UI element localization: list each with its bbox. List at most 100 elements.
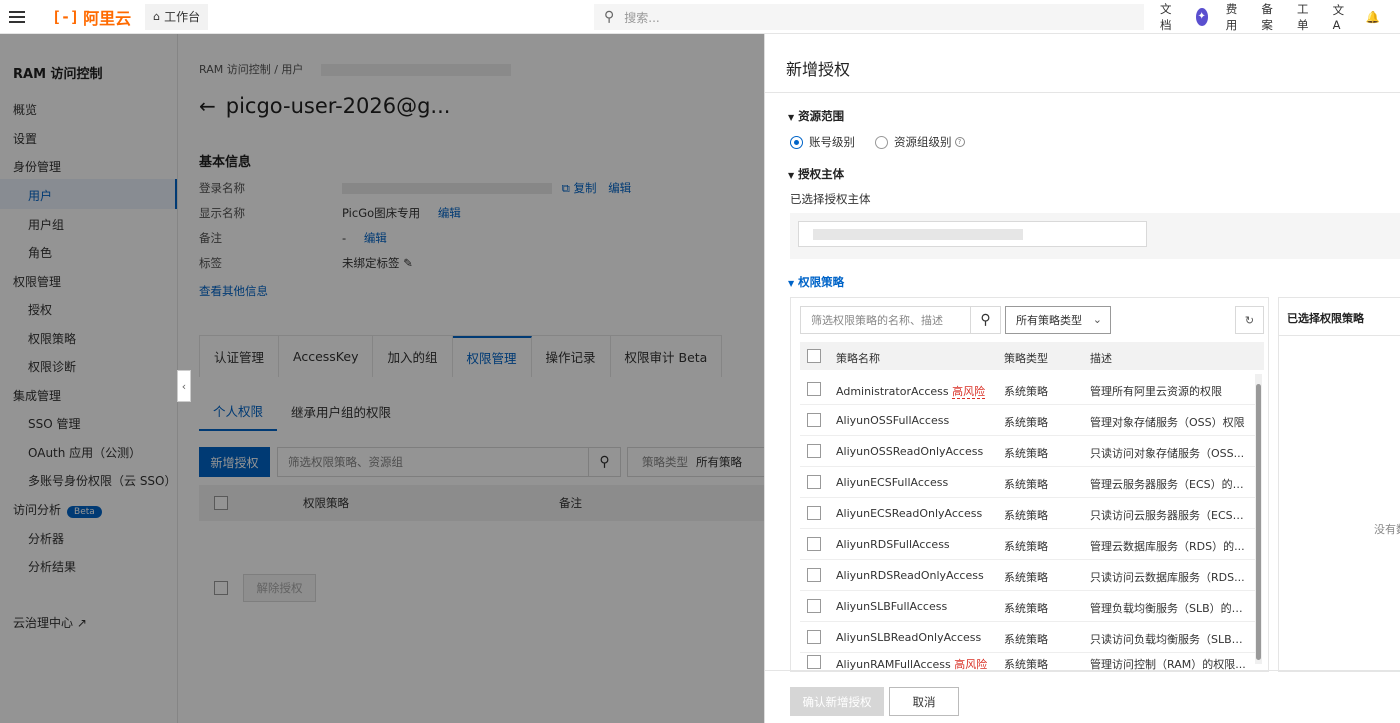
- add-permission-drawer: 新增授权 ▼ 资源范围 账号级别 资源组级别 ? ▼ 授权主体 已选择授权主体 ▼ 权…: [764, 34, 1400, 723]
- select-all-policies-checkbox[interactable]: [807, 349, 821, 363]
- policy-type: 系统策略: [1004, 658, 1048, 671]
- collapse-sidebar-icon[interactable]: ‹: [177, 370, 191, 402]
- policy-name: AliyunRDSReadOnlyAccess: [836, 569, 984, 582]
- policy-type-dropdown-value: 所有策略类型: [1016, 314, 1082, 327]
- policy-row[interactable]: AliyunOSSFullAccess 系统策略 管理对象存储服务（OSS）权限: [800, 405, 1255, 436]
- policy-checkbox[interactable]: [807, 537, 821, 551]
- refresh-icon[interactable]: ↻: [1235, 306, 1264, 334]
- chevron-down-icon: ⌄: [1092, 313, 1102, 326]
- policy-type: 系统策略: [1004, 571, 1048, 584]
- policy-description: 管理所有阿里云资源的权限: [1090, 385, 1222, 398]
- policy-description: 管理云服务器服务（ECS）的权...: [1090, 478, 1250, 491]
- policy-row[interactable]: AliyunSLBFullAccess 系统策略 管理负载均衡服务（SLB）的权…: [800, 591, 1255, 622]
- workbench-button[interactable]: ⌂ 工作台: [145, 3, 209, 30]
- caret-down-icon: ▼: [788, 113, 795, 122]
- header-description: 描述: [1090, 352, 1112, 365]
- selected-policies-panel: 已选择权限策略 没有数: [1278, 297, 1400, 672]
- policy-section[interactable]: ▼ 权限策略: [788, 274, 844, 290]
- policy-type: 系统策略: [1004, 602, 1048, 615]
- billing-link[interactable]: 费用: [1226, 1, 1242, 33]
- global-search-input[interactable]: ⚲ 搜索...: [594, 4, 1144, 30]
- resource-scope-heading: 资源范围: [798, 109, 845, 123]
- policy-row[interactable]: AliyunSLBReadOnlyAccess 系统策略 只读访问负载均衡服务（…: [800, 622, 1255, 653]
- workbench-label: 工作台: [164, 10, 201, 24]
- policy-row[interactable]: AliyunECSReadOnlyAccess 系统策略 只读访问云服务器服务（…: [800, 498, 1255, 529]
- redacted-principal: [813, 228, 1023, 240]
- principal-section[interactable]: ▼ 授权主体: [788, 166, 844, 182]
- policy-description: 管理访问控制（RAM）的权限...: [1090, 658, 1246, 671]
- drawer-title: 新增授权: [786, 60, 851, 79]
- policy-description: 只读访问云数据库服务（RDS...: [1090, 571, 1245, 584]
- policy-description: 管理云数据库服务（RDS）的...: [1090, 540, 1245, 553]
- docs-link[interactable]: 文档: [1160, 1, 1176, 33]
- bell-icon[interactable]: 🔔: [1366, 10, 1380, 24]
- header-policy-type: 策略类型: [1004, 352, 1048, 365]
- policy-name: AliyunSLBReadOnlyAccess: [836, 631, 982, 644]
- menu-icon[interactable]: [0, 0, 34, 34]
- policy-name: AliyunECSFullAccess: [836, 476, 949, 489]
- policy-checkbox[interactable]: [807, 630, 821, 644]
- policy-search-input[interactable]: 筛选权限策略的名称、描述: [800, 306, 971, 334]
- translate-icon[interactable]: 文A: [1333, 2, 1346, 32]
- policy-name: AliyunSLBFullAccess: [836, 600, 948, 613]
- resource-scope-section[interactable]: ▼ 资源范围: [788, 108, 844, 124]
- policy-row[interactable]: AdministratorAccess 高风险 系统策略 管理所有阿里云资源的权…: [800, 374, 1255, 405]
- policy-type: 系统策略: [1004, 416, 1048, 429]
- policy-heading: 权限策略: [798, 275, 845, 289]
- policy-type: 系统策略: [1004, 385, 1048, 398]
- policy-checkbox[interactable]: [807, 444, 821, 458]
- policy-row[interactable]: AliyunRAMFullAccess 高风险 系统策略 管理访问控制（RAM）…: [800, 653, 1255, 671]
- policy-row[interactable]: AliyunOSSReadOnlyAccess 系统策略 只读访问对象存储服务（…: [800, 436, 1255, 467]
- account-level-radio[interactable]: [790, 135, 803, 149]
- policy-description: 管理对象存储服务（OSS）权限: [1090, 416, 1245, 429]
- search-icon[interactable]: ⚲: [971, 306, 1001, 334]
- policy-name: AdministratorAccess 高风险: [836, 383, 986, 399]
- logo-text: 阿里云: [83, 8, 132, 28]
- policy-list-panel: 筛选权限策略的名称、描述 ⚲ 所有策略类型 ⌄ ↻ 策略名称 策略类型 描述 A…: [790, 297, 1269, 672]
- ai-assistant-icon[interactable]: ✦: [1195, 8, 1208, 26]
- policy-table-header: 策略名称 策略类型 描述: [800, 342, 1264, 370]
- policy-name: AliyunOSSReadOnlyAccess: [836, 445, 984, 458]
- principal-input[interactable]: [798, 221, 1147, 247]
- policy-list-scrollbar[interactable]: [1255, 374, 1262, 664]
- caret-down-icon: ▼: [788, 171, 795, 180]
- scope-radio-group: 账号级别 资源组级别 ?: [790, 134, 965, 150]
- policy-row[interactable]: AliyunRDSReadOnlyAccess 系统策略 只读访问云数据库服务（…: [800, 560, 1255, 591]
- policy-description: 只读访问云服务器服务（ECS）...: [1090, 509, 1250, 522]
- policy-type-dropdown[interactable]: 所有策略类型 ⌄: [1005, 306, 1111, 334]
- policy-row[interactable]: AliyunRDSFullAccess 系统策略 管理云数据库服务（RDS）的.…: [800, 529, 1255, 560]
- policy-checkbox[interactable]: [807, 568, 821, 582]
- policy-checkbox[interactable]: [807, 382, 821, 396]
- policy-checkbox[interactable]: [807, 655, 821, 669]
- header-policy-name: 策略名称: [836, 352, 880, 365]
- home-icon: ⌂: [153, 10, 161, 23]
- aliyun-logo[interactable]: [-] 阿里云: [52, 5, 131, 29]
- caret-down-icon: ▼: [788, 279, 795, 288]
- search-placeholder: 搜索...: [624, 10, 660, 25]
- policy-type: 系统策略: [1004, 447, 1048, 460]
- policy-description: 只读访问对象存储服务（OSS...: [1090, 447, 1245, 460]
- confirm-add-permission-button[interactable]: 确认新增授权: [790, 687, 884, 716]
- principal-heading: 授权主体: [798, 167, 845, 181]
- cancel-button[interactable]: 取消: [889, 687, 959, 716]
- top-navigation-bar: [-] 阿里云 ⌂ 工作台 ⚲ 搜索... 文档 ✦ 费用 备案 工单 文A 🔔: [0, 0, 1400, 34]
- drawer-footer: 确认新增授权 取消: [765, 670, 1400, 723]
- help-icon[interactable]: ?: [954, 137, 965, 147]
- policy-checkbox[interactable]: [807, 506, 821, 520]
- policy-type: 系统策略: [1004, 509, 1048, 522]
- resource-group-level-radio[interactable]: [875, 135, 888, 149]
- account-level-label[interactable]: 账号级别: [809, 134, 855, 150]
- icp-filing-link[interactable]: 备案: [1261, 1, 1277, 33]
- policy-checkbox[interactable]: [807, 475, 821, 489]
- policy-row[interactable]: AliyunECSFullAccess 系统策略 管理云服务器服务（ECS）的权…: [800, 467, 1255, 498]
- logo-mark: [-]: [52, 7, 80, 26]
- policy-checkbox[interactable]: [807, 413, 821, 427]
- policy-checkbox[interactable]: [807, 599, 821, 613]
- policy-description: 管理负载均衡服务（SLB）的权...: [1090, 602, 1250, 615]
- empty-state-text: 没有数: [1374, 523, 1400, 536]
- ticket-link[interactable]: 工单: [1297, 1, 1313, 33]
- scrollbar-thumb[interactable]: [1256, 384, 1261, 660]
- modal-overlay[interactable]: [0, 34, 764, 723]
- policy-name: AliyunECSReadOnlyAccess: [836, 507, 983, 520]
- resource-group-level-label[interactable]: 资源组级别: [894, 134, 952, 150]
